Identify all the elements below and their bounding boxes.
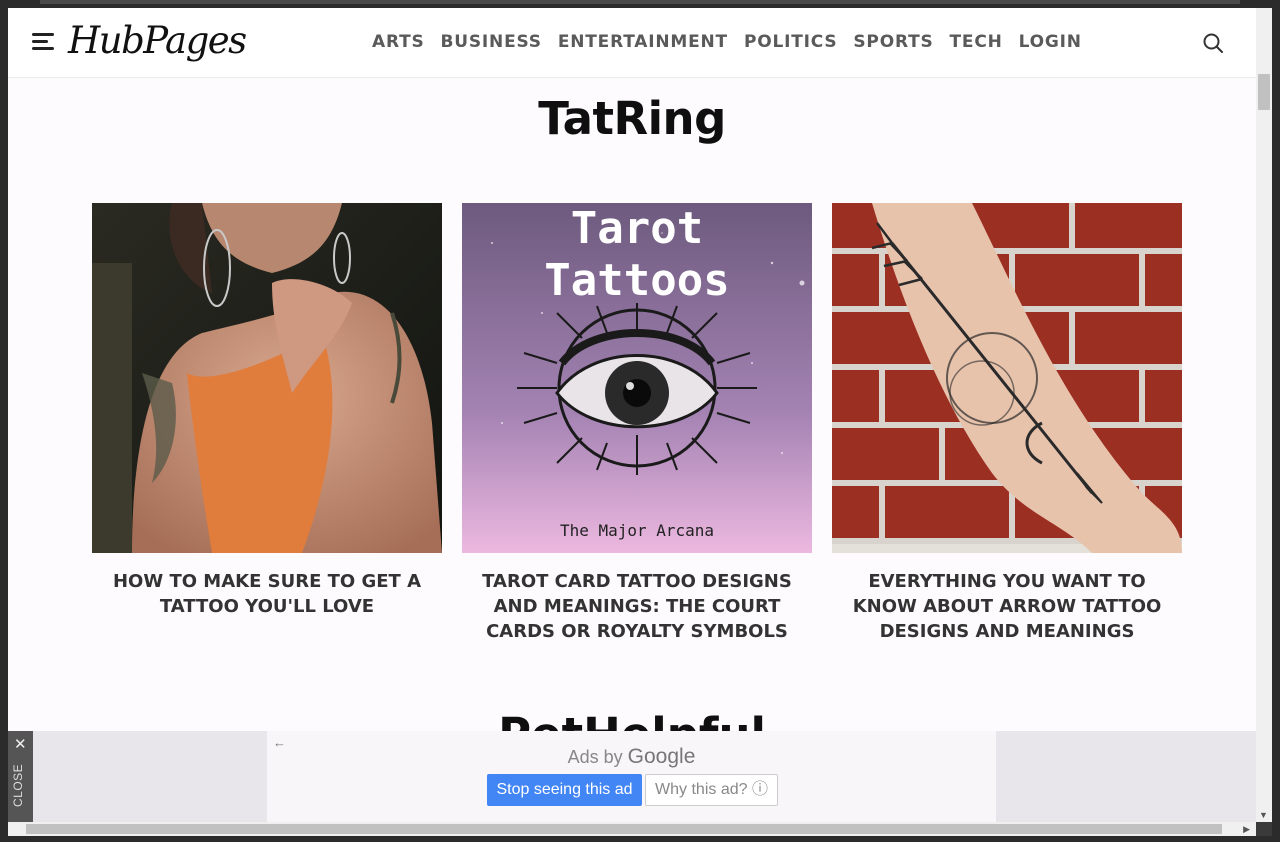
- nav-sports[interactable]: SPORTS: [853, 30, 933, 54]
- site-header: HubPages ARTS BUSINESS ENTERTAINMENT POL…: [8, 8, 1256, 78]
- nav-login[interactable]: LOGIN: [1019, 30, 1082, 54]
- stop-seeing-ad-button[interactable]: Stop seeing this ad: [487, 774, 642, 806]
- horizontal-scroll-thumb[interactable]: [26, 824, 1222, 834]
- window-bottom-edge: [0, 836, 1280, 842]
- tab-strip: [40, 0, 1240, 4]
- browser-top-edge: [0, 0, 1280, 8]
- card-title[interactable]: EVERYTHING YOU WANT TO KNOW ABOUT ARROW …: [832, 569, 1182, 644]
- nav-politics[interactable]: POLITICS: [744, 30, 837, 54]
- scroll-right-arrow-icon[interactable]: ▶: [1243, 822, 1250, 836]
- why-this-ad-button[interactable]: Why this ad? ⓘ: [645, 774, 778, 806]
- nav-arts[interactable]: ARTS: [372, 30, 425, 54]
- ad-banner: ✕ CLOSE ← Ads by Google Stop seeing this…: [8, 731, 1256, 822]
- vertical-scrollbar[interactable]: ▼: [1256, 8, 1272, 822]
- article-card-2[interactable]: Tarot Tattoos The Major Arcana TAROT CAR…: [462, 203, 812, 644]
- hubpages-logo[interactable]: HubPages: [68, 20, 247, 62]
- article-card-3[interactable]: EVERYTHING YOU WANT TO KNOW ABOUT ARROW …: [832, 203, 1182, 644]
- vertical-scroll-thumb[interactable]: [1258, 74, 1270, 110]
- close-icon[interactable]: ✕: [14, 737, 27, 752]
- window-left-edge: [0, 8, 8, 836]
- page-viewport: HubPages ARTS BUSINESS ENTERTAINMENT POL…: [8, 8, 1256, 822]
- tarot-title-line2: Tattoos: [544, 255, 729, 306]
- hamburger-menu-icon[interactable]: [32, 32, 58, 52]
- ad-close-label: CLOSE: [11, 763, 25, 807]
- section-title: TatRing: [538, 92, 726, 145]
- ads-by-label: Ads by: [567, 747, 623, 767]
- card-image-arrow-tattoo[interactable]: [832, 203, 1182, 553]
- nav-business[interactable]: BUSINESS: [441, 30, 542, 54]
- main-nav: ARTS BUSINESS ENTERTAINMENT POLITICS SPO…: [372, 30, 1098, 54]
- card-title[interactable]: TAROT CARD TATTOO DESIGNS AND MEANINGS: …: [462, 569, 812, 644]
- search-icon[interactable]: [1202, 32, 1224, 54]
- google-brand: Google: [627, 745, 696, 768]
- tarot-subtitle: The Major Arcana: [560, 521, 714, 540]
- window-right-edge: [1272, 8, 1280, 836]
- ad-close-button[interactable]: ✕ CLOSE: [8, 731, 33, 822]
- card-image-tattooed-woman[interactable]: [92, 203, 442, 553]
- ad-panel: ← Ads by Google Stop seeing this ad Why …: [267, 731, 996, 822]
- article-card-1[interactable]: HOW TO MAKE SURE TO GET A TATTOO YOU'LL …: [92, 203, 442, 619]
- tarot-title-line1: Tarot: [571, 203, 703, 254]
- horizontal-scrollbar[interactable]: ▶: [8, 822, 1256, 836]
- card-image-tarot-tattoos[interactable]: Tarot Tattoos The Major Arcana: [462, 203, 812, 553]
- scroll-down-arrow-icon[interactable]: ▼: [1259, 810, 1268, 820]
- card-title[interactable]: HOW TO MAKE SURE TO GET A TATTOO YOU'LL …: [92, 569, 442, 619]
- nav-entertainment[interactable]: ENTERTAINMENT: [558, 30, 728, 54]
- ads-by-text: Ads by Google: [267, 745, 996, 769]
- nav-tech[interactable]: TECH: [950, 30, 1003, 54]
